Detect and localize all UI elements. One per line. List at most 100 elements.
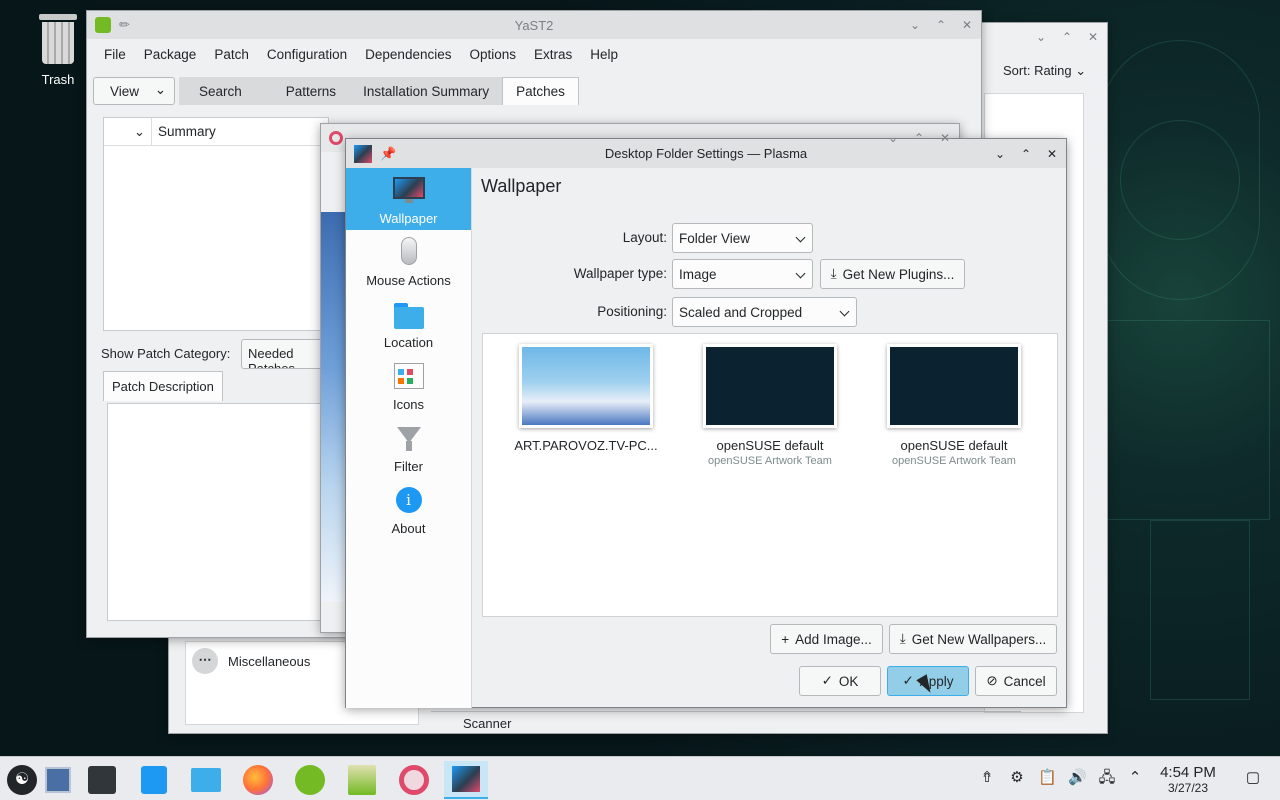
desktop-pager-icon [45, 767, 71, 793]
column-status[interactable]: ⌄ [104, 117, 152, 146]
settings-icon [88, 766, 116, 794]
digital-clock[interactable]: 4:54 PM 3/27/23 [1152, 764, 1224, 795]
button-label: OK [838, 673, 859, 689]
wallpaper-gallery[interactable]: ART.PAROVOZ.TV-PC... openSUSE default op… [482, 333, 1058, 617]
wallpaper-name: openSUSE default [716, 438, 824, 453]
discover-icon [141, 766, 167, 794]
positioning-value: Scaled and Cropped [679, 304, 803, 320]
download-icon: ⤓ [899, 631, 906, 646]
task-system-settings[interactable] [80, 761, 124, 799]
tab-patches[interactable]: Patches [502, 77, 579, 105]
add-image-button[interactable]: + Add Image... [770, 624, 883, 654]
task-file-manager[interactable] [184, 761, 228, 799]
get-new-plugins-button[interactable]: ⤓ Get New Plugins... [820, 259, 965, 289]
view-dropdown[interactable]: View ⌄ [93, 77, 175, 105]
minimize-icon[interactable]: ⌄ [887, 132, 899, 144]
show-desktop[interactable] [36, 761, 80, 799]
minimize-icon[interactable]: ⌄ [909, 19, 921, 31]
positioning-combobox[interactable]: Scaled and Cropped [672, 297, 857, 327]
tab-search[interactable]: Search [179, 77, 262, 105]
menu-package[interactable]: Package [135, 47, 206, 62]
check-icon: ✓ [902, 673, 914, 688]
maximize-icon[interactable]: ⌃ [913, 132, 925, 144]
wallpaper-thumbnail [887, 344, 1021, 428]
chevron-down-icon [795, 232, 806, 243]
firefox-icon [243, 765, 273, 795]
tab-installation-summary[interactable]: Installation Summary [350, 77, 503, 105]
taskbar: ☯ ⇮ ⚙ 📋 🔊 🖧 ⌃ 4:54 PM 3/27/23 ▢ [0, 756, 1280, 800]
scanner-item[interactable]: Scanner [431, 711, 1021, 731]
mouse-icon [393, 237, 425, 269]
menu-file[interactable]: File [95, 47, 135, 62]
wallpaper-item[interactable]: openSUSE default openSUSE Artwork Team [869, 344, 1039, 467]
patch-list[interactable]: ⌄ Summary [103, 117, 329, 331]
menu-dependencies[interactable]: Dependencies [356, 47, 460, 62]
maximize-icon[interactable]: ⌃ [1020, 148, 1032, 160]
maximize-icon[interactable]: ⌃ [935, 19, 947, 31]
task-discover[interactable] [132, 761, 176, 799]
tab-patch-description[interactable]: Patch Description [103, 371, 223, 401]
sidebar-item-icons[interactable]: Icons [346, 354, 471, 416]
minimize-icon[interactable]: ⌄ [1035, 31, 1047, 43]
menu-patch[interactable]: Patch [205, 47, 258, 62]
task-desktop-folder-settings[interactable] [444, 761, 488, 799]
minimize-icon[interactable]: ⌄ [994, 148, 1006, 160]
close-icon[interactable]: ✕ [961, 19, 973, 31]
desktop-folder-settings-dialog[interactable]: 📌 Desktop Folder Settings — Plasma ⌄ ⌃ ✕… [345, 138, 1067, 708]
wallpaper-item[interactable]: ART.PAROVOZ.TV-PC... [501, 344, 671, 453]
task-yast2[interactable] [340, 761, 384, 799]
cancel-button[interactable]: ⊘ Cancel [975, 666, 1057, 696]
kdeconnect-icon[interactable]: ⚙ [1008, 769, 1026, 787]
sidebar-item-filter[interactable]: Filter [346, 416, 471, 478]
wallpaper-type-combobox[interactable]: Image [672, 259, 813, 289]
get-new-wallpapers-button[interactable]: ⤓ Get New Wallpapers... [889, 624, 1057, 654]
volume-icon[interactable]: 🔊 [1068, 769, 1087, 787]
network-icon[interactable]: 🖧 [1098, 769, 1116, 787]
update-icon[interactable]: ⇮ [978, 769, 996, 787]
trash-icon [38, 12, 78, 66]
patch-description-box [107, 403, 327, 621]
close-icon[interactable]: ✕ [939, 132, 951, 144]
chevron-up-icon[interactable]: ⌃ [1126, 769, 1144, 787]
tab-patterns[interactable]: Patterns [261, 77, 351, 105]
pin-icon[interactable]: 📌 [380, 146, 396, 162]
pin-icon[interactable]: ✏ [119, 17, 130, 33]
desktop-trash[interactable]: Trash [30, 12, 86, 87]
sort-label: Sort: Rating [1003, 63, 1072, 78]
ok-button[interactable]: ✓ OK [799, 666, 881, 696]
task-yast-software[interactable] [288, 761, 332, 799]
trash-label: Trash [41, 72, 75, 87]
layout-value: Folder View [679, 230, 751, 246]
button-label: Cancel [1003, 673, 1046, 689]
task-image-viewer[interactable] [392, 761, 436, 799]
sidebar-item-about[interactable]: i About [346, 478, 471, 540]
close-icon[interactable]: ✕ [1046, 148, 1058, 160]
menu-configuration[interactable]: Configuration [258, 47, 356, 62]
folder-icon [191, 768, 221, 792]
wallpaper-decoration [1120, 120, 1240, 240]
category-miscellaneous[interactable]: ⋯ Miscellaneous [192, 648, 310, 674]
clipboard-icon[interactable]: 📋 [1038, 769, 1057, 787]
sidebar-item-location[interactable]: Location [346, 292, 471, 354]
view-label: View [110, 83, 140, 99]
sidebar-item-wallpaper[interactable]: Wallpaper [346, 168, 471, 230]
close-icon[interactable]: ✕ [1087, 31, 1099, 43]
button-label: Get New Wallpapers... [911, 631, 1047, 647]
clock-time: 4:54 PM [1160, 764, 1216, 781]
dialog-title: Desktop Folder Settings — Plasma [604, 146, 808, 161]
info-icon: i [393, 485, 425, 517]
sort-dropdown[interactable]: Sort: Rating ⌄ [1003, 63, 1086, 79]
sidebar-item-mouse-actions[interactable]: Mouse Actions [346, 230, 471, 292]
wallpaper-name: ART.PAROVOZ.TV-PC... [514, 438, 658, 453]
menu-help[interactable]: Help [581, 47, 627, 62]
task-firefox[interactable] [236, 761, 280, 799]
show-desktop-icon[interactable]: ▢ [1244, 769, 1262, 787]
column-summary[interactable]: Summary [152, 124, 216, 139]
wallpaper-name: openSUSE default [900, 438, 1008, 453]
maximize-icon[interactable]: ⌃ [1061, 31, 1073, 43]
wallpaper-item[interactable]: openSUSE default openSUSE Artwork Team [685, 344, 855, 467]
category-label: Miscellaneous [228, 653, 311, 669]
menu-options[interactable]: Options [460, 47, 525, 62]
layout-combobox[interactable]: Folder View [672, 223, 813, 253]
menu-extras[interactable]: Extras [525, 47, 581, 62]
